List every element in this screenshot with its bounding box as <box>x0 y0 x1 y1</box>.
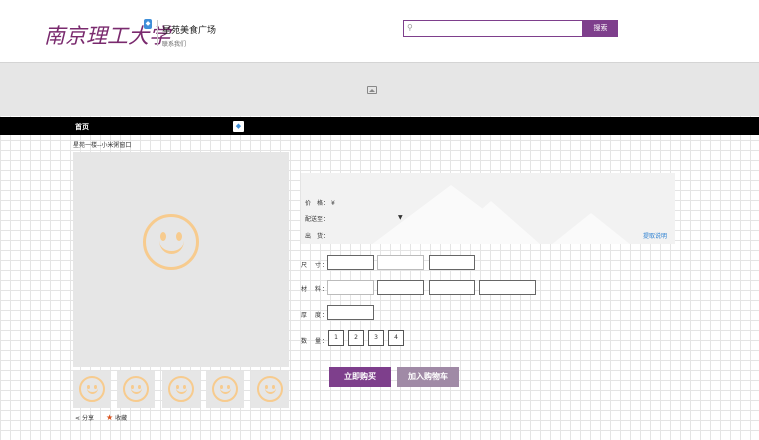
favorite-button[interactable]: ★ 收藏 <box>106 413 127 422</box>
material-option[interactable] <box>479 280 536 295</box>
material-option[interactable] <box>429 280 475 295</box>
product-thumbnail[interactable] <box>251 371 289 408</box>
smiley-placeholder-icon <box>79 376 105 402</box>
material-label: 材 料： <box>301 286 330 293</box>
currency-symbol: ¥ <box>331 200 335 207</box>
logo-divider <box>157 20 158 46</box>
quantity-label: 数 量： <box>301 338 330 345</box>
quantity-option[interactable]: 3 <box>368 330 384 346</box>
pickup-help-link[interactable]: 提取说明 <box>643 231 667 240</box>
panel-bg-mountain <box>441 201 541 244</box>
site-header: 南京理工大学 ◆ 星苑美食广场 联系我们 ⚲ 搜索 <box>0 0 759 62</box>
smiley-placeholder-icon <box>212 376 238 402</box>
banner-image <box>0 62 759 116</box>
material-option[interactable] <box>327 280 374 295</box>
thickness-label: 厚 度： <box>301 312 330 319</box>
product-thumbnail[interactable] <box>117 371 155 408</box>
product-thumbnail[interactable] <box>206 371 244 408</box>
product-main-image <box>73 152 289 367</box>
search-input[interactable]: ⚲ <box>403 20 583 37</box>
search-button[interactable]: 搜索 <box>583 20 618 37</box>
panel-bg-mountain <box>551 213 631 244</box>
price-label: 价 格： ¥ <box>305 200 335 207</box>
buy-now-button[interactable]: 立即购买 <box>329 367 391 387</box>
merchant-label: 出 货： <box>305 233 330 240</box>
breadcrumb: 星苑一楼--小米粥窗口 <box>73 142 132 149</box>
delivery-label: 配送至： <box>305 216 330 223</box>
share-label: 分享 <box>81 415 94 422</box>
site-title[interactable]: 星苑美食广场 <box>162 23 216 36</box>
smiley-placeholder-icon <box>257 376 283 402</box>
chevron-down-icon[interactable]: ▼ <box>398 214 403 221</box>
smiley-placeholder-icon <box>123 376 149 402</box>
price-info-panel: 价 格： ¥ 配送至： ▼ 出 货： 提取说明 <box>301 173 675 244</box>
search-icon: ⚲ <box>407 23 413 32</box>
product-thumbnail[interactable] <box>73 371 111 408</box>
image-icon <box>367 86 377 94</box>
size-option[interactable] <box>327 255 374 270</box>
smiley-placeholder-icon <box>168 376 194 402</box>
thickness-option[interactable] <box>327 305 374 320</box>
contact-link[interactable]: 联系我们 <box>162 39 186 48</box>
favorite-label: 收藏 <box>115 415 128 422</box>
nav-item-home[interactable]: 首页 <box>75 122 89 132</box>
nav-bookmark-icon[interactable]: ◆ <box>233 121 244 132</box>
bookmark-icon: ◆ <box>144 19 152 29</box>
add-to-cart-button[interactable]: 加入购物车 <box>397 367 459 387</box>
share-icon: ⋖ <box>75 415 81 422</box>
quantity-option[interactable]: 4 <box>388 330 404 346</box>
quantity-option[interactable]: 1 <box>328 330 344 346</box>
material-option[interactable] <box>377 280 424 295</box>
product-thumbnail[interactable] <box>162 371 200 408</box>
main-nav: 首页 ◆ <box>0 117 759 135</box>
size-option[interactable] <box>429 255 475 270</box>
quantity-option[interactable]: 2 <box>348 330 364 346</box>
size-label: 尺 寸： <box>301 262 330 269</box>
smiley-placeholder-icon <box>143 214 199 270</box>
size-option[interactable] <box>377 255 424 270</box>
share-button[interactable]: ⋖ 分享 <box>75 413 94 422</box>
star-icon: ★ <box>106 413 114 422</box>
